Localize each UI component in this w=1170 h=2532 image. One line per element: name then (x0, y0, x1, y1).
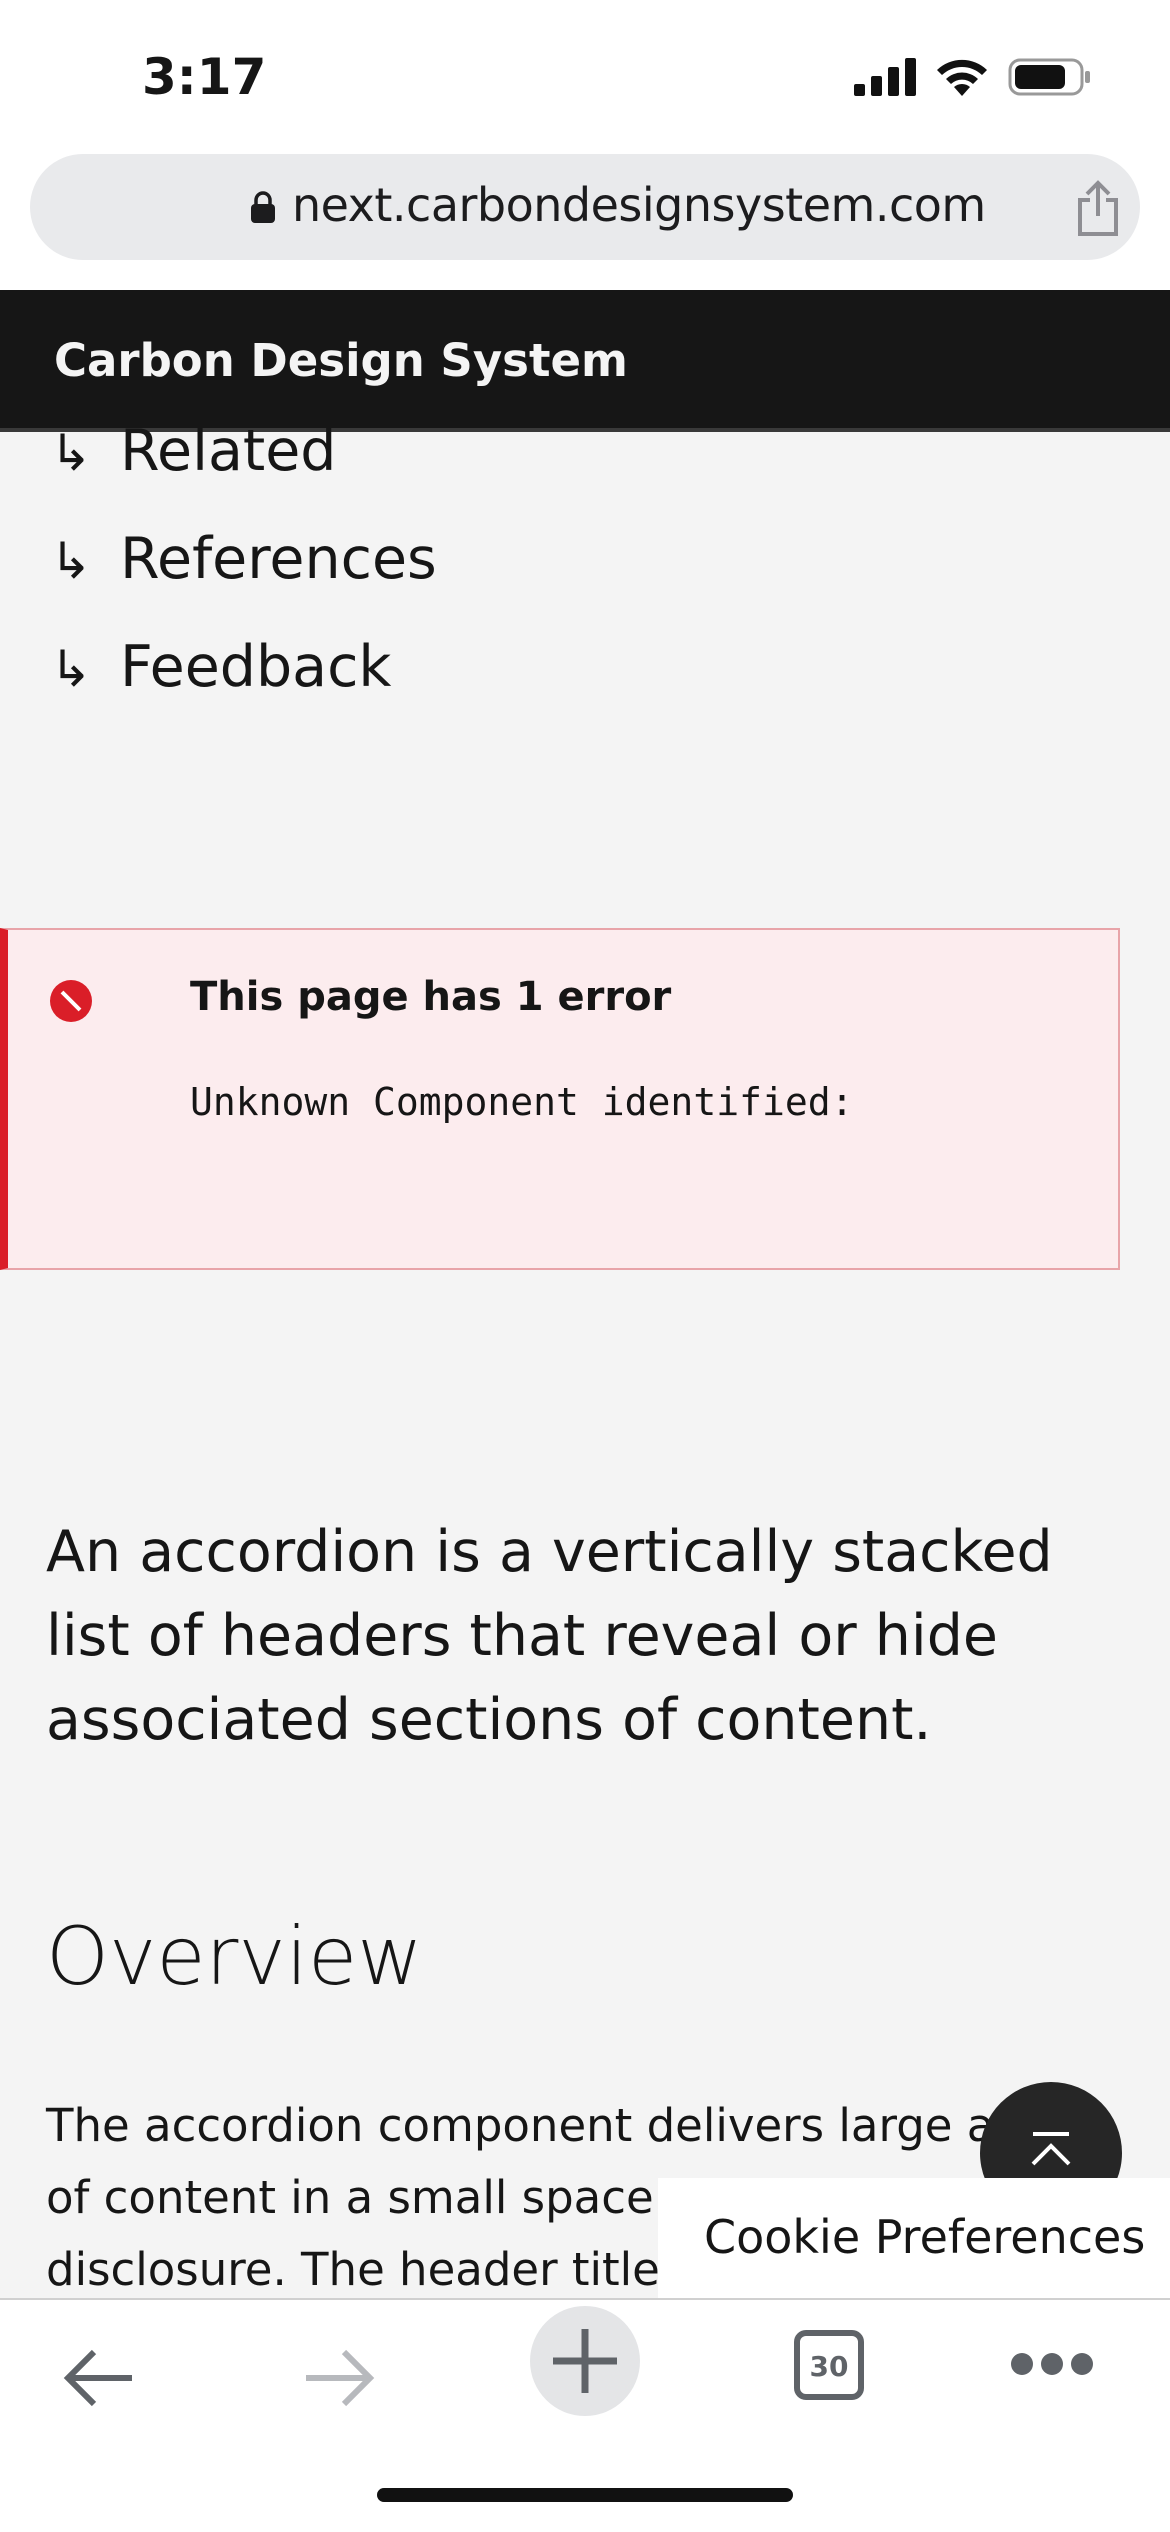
paragraph-line: The accordion component delivers large a… (46, 2099, 1039, 2152)
tabs-button[interactable]: 30 (794, 2330, 864, 2400)
new-tab-button[interactable] (530, 2306, 640, 2416)
anchor-label: References (120, 526, 437, 592)
status-time: 3:17 (142, 48, 267, 106)
forward-arrow-icon[interactable] (302, 2344, 378, 2412)
anchor-link-references[interactable]: ↳ References (50, 526, 437, 592)
anchor-link-feedback[interactable]: ↳ Feedback (50, 634, 391, 700)
cellular-signal-icon (854, 58, 916, 96)
status-bar: 3:17 (0, 0, 1170, 150)
return-arrow-icon: ↳ (50, 640, 92, 698)
error-message: Unknown Component identified: (190, 1080, 854, 1124)
back-to-top-icon (1031, 2132, 1071, 2166)
battery-icon (1008, 58, 1090, 96)
browser-address-area: next.carbondesignsystem.com (0, 150, 1170, 290)
lock-icon (251, 191, 275, 223)
plus-icon (553, 2329, 617, 2393)
site-title[interactable]: Carbon Design System (54, 334, 628, 387)
error-notification: This page has 1 error Unknown Component … (0, 928, 1120, 1270)
return-arrow-icon: ↳ (50, 424, 92, 482)
error-title: This page has 1 error (190, 974, 672, 1020)
return-arrow-icon: ↳ (50, 532, 92, 590)
site-header: Carbon Design System (0, 290, 1170, 432)
error-icon (50, 980, 92, 1022)
cookie-preferences-label: Cookie Preferences (704, 2210, 1146, 2264)
back-arrow-icon[interactable] (60, 2344, 136, 2412)
anchor-link-related[interactable]: ↳ Related (50, 418, 336, 484)
anchor-label: Feedback (120, 634, 392, 700)
home-indicator (377, 2488, 793, 2502)
anchor-label: Related (120, 418, 337, 484)
section-heading-overview: Overview (46, 1910, 423, 2003)
tab-count: 30 (809, 2350, 849, 2383)
url-text: next.carbondesignsystem.com (292, 178, 986, 232)
wifi-icon (937, 59, 987, 96)
intro-text: An accordion is a vertically stacked lis… (46, 1519, 1053, 1753)
more-icon[interactable] (1010, 2352, 1094, 2376)
share-icon[interactable] (1072, 180, 1124, 238)
address-bar[interactable]: next.carbondesignsystem.com (30, 154, 1140, 260)
cookie-preferences-button[interactable]: Cookie Preferences (658, 2178, 1170, 2298)
